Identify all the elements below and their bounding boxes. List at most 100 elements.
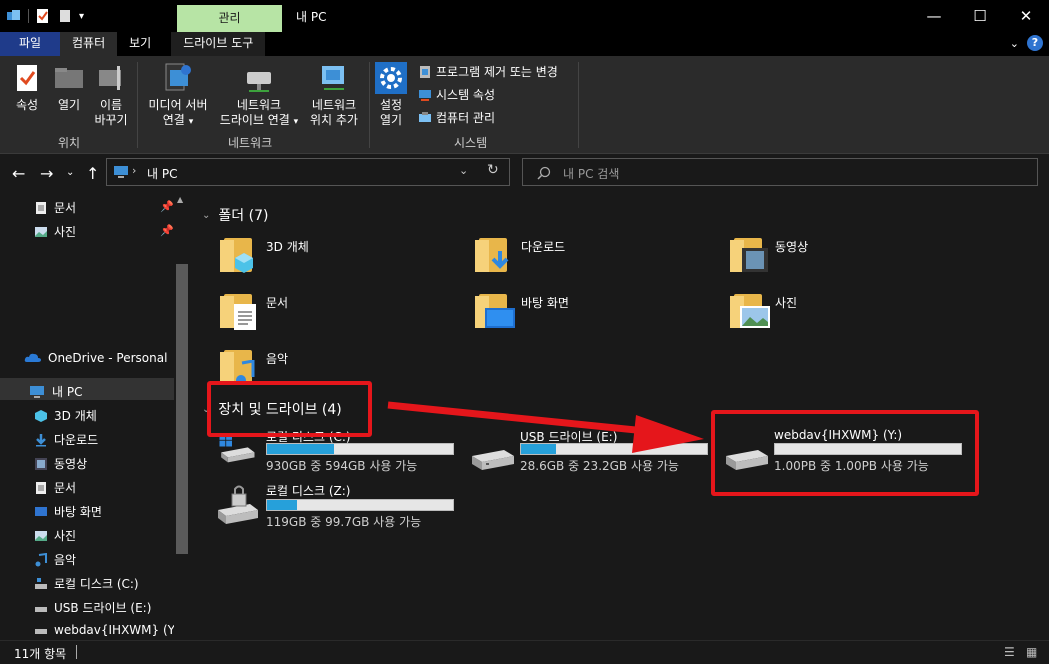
media-server-dropdown-icon: ▾ [188, 117, 194, 127]
locked-drive-icon[interactable] [214, 484, 260, 528]
pin-icon[interactable]: 📌 [160, 224, 174, 237]
nav-item-label: webdav{IHXWM} (Y:) [54, 623, 183, 637]
properties-qat-icon[interactable] [35, 8, 51, 24]
network-location-icon [322, 66, 344, 90]
nav-scrollbar-thumb[interactable] [176, 264, 188, 554]
nav-videos[interactable]: 동영상 [34, 455, 87, 472]
group-separator [137, 62, 138, 148]
map-network-drive-label-2: 드라이브 연결 [219, 113, 290, 127]
search-input[interactable]: 내 PC 검색 [522, 158, 1038, 186]
add-network-location-button[interactable]: 네트워크 위치 추가 [304, 62, 364, 128]
nav-documents[interactable]: 문서 [34, 479, 76, 496]
back-arrow-icon[interactable]: ← [12, 164, 25, 183]
pin-icon[interactable]: 📌 [160, 200, 174, 213]
folder-3d-objects-icon[interactable] [220, 236, 258, 274]
large-icons-view-icon[interactable]: ▦ [1026, 645, 1037, 659]
details-view-icon[interactable]: ☰ [1004, 645, 1015, 659]
tab-file[interactable]: 파일 [0, 32, 60, 56]
nav-item-label: USB 드라이브 (E:) [54, 601, 152, 615]
refresh-icon[interactable]: ↻ [487, 162, 499, 178]
address-dropdown-icon[interactable]: ⌄ [459, 164, 468, 177]
network-drive-icon [247, 72, 271, 92]
folder-label[interactable]: 문서 [266, 294, 288, 311]
windows-drive-icon [35, 577, 47, 589]
nav-pinned-documents[interactable]: 문서 [34, 199, 76, 216]
forward-arrow-icon[interactable]: → [40, 164, 53, 183]
nav-desktop[interactable]: 바탕 화면 [34, 503, 102, 520]
nav-music[interactable]: 음악 [34, 551, 76, 568]
nav-pinned-pictures[interactable]: 사진 [34, 223, 76, 240]
help-icon[interactable]: ? [1027, 35, 1043, 51]
folder-documents-icon[interactable] [220, 292, 258, 330]
ribbon-tabs: 파일 컴퓨터 보기 드라이브 도구 ⌄ ? [0, 32, 1049, 56]
status-separator [76, 645, 77, 659]
nav-pictures[interactable]: 사진 [34, 527, 76, 544]
tab-view[interactable]: 보기 [117, 32, 163, 56]
search-placeholder: 내 PC 검색 [563, 167, 620, 181]
folder-label[interactable]: 음악 [266, 350, 288, 367]
system-properties-button[interactable]: 시스템 속성 [418, 86, 495, 103]
computer-management-icon [419, 111, 431, 122]
title-bar: ▾ 관리 내 PC — ☐ ✕ [0, 0, 1049, 32]
manage-tab[interactable]: 관리 [177, 5, 282, 32]
folders-section-header[interactable]: ⌄ 폴더 (7) [202, 205, 268, 225]
nav-item-label: 동영상 [54, 457, 88, 471]
folder-pictures-icon[interactable] [730, 292, 770, 330]
media-server-label-2: 연결 [162, 113, 185, 127]
map-network-drive-button[interactable]: 네트워크 드라이브 연결 ▾ [214, 62, 304, 130]
nav-this-pc[interactable]: 내 PC [28, 383, 82, 400]
folder-label[interactable]: 동영상 [775, 238, 808, 255]
folder-label[interactable]: 사진 [775, 294, 797, 311]
close-button[interactable]: ✕ [1003, 0, 1049, 32]
group-label-network: 네트워크 [228, 136, 273, 150]
folder-label[interactable]: 3D 개체 [266, 238, 309, 255]
nav-item-label: 문서 [54, 201, 77, 215]
nav-item-label: OneDrive - Personal [48, 351, 168, 365]
nav-3d-objects[interactable]: 3D 개체 [34, 407, 97, 424]
group-label-location: 위치 [58, 136, 81, 150]
drive-free-space: 119GB 중 99.7GB 사용 가능 [266, 515, 422, 529]
collapse-chevron-icon: ⌄ [202, 209, 211, 221]
folder-videos-icon[interactable] [730, 236, 768, 274]
drive-icon [35, 606, 47, 612]
drive-usage-bar [266, 499, 454, 511]
tab-computer[interactable]: 컴퓨터 [60, 32, 118, 56]
address-path[interactable]: 내 PC [147, 165, 177, 182]
qat-dropdown-icon[interactable]: ▾ [79, 11, 84, 22]
folder-label[interactable]: 바탕 화면 [521, 294, 569, 311]
uninstall-program-button[interactable]: 프로그램 제거 또는 변경 [418, 63, 558, 80]
item-count: 11개 항목 [14, 647, 67, 661]
new-folder-qat-icon[interactable] [57, 8, 73, 24]
scroll-up-icon[interactable]: ▲ [177, 195, 183, 204]
tab-drive-tools[interactable]: 드라이브 도구 [171, 32, 266, 56]
computer-management-button[interactable]: 컴퓨터 관리 [418, 109, 495, 126]
nav-usb-drive-e[interactable]: USB 드라이브 (E:) [34, 599, 151, 616]
folder-label[interactable]: 다운로드 [521, 238, 565, 255]
up-arrow-icon[interactable]: ↑ [86, 164, 99, 183]
nav-item-label: 음악 [54, 553, 77, 567]
recent-locations-chevron-icon[interactable]: ⌄ [66, 167, 74, 178]
open-settings-button[interactable]: 설정 열기 [372, 62, 410, 128]
nav-webdav-y[interactable]: webdav{IHXWM} (Y:) [34, 623, 182, 637]
address-bar[interactable]: › 내 PC ⌄ ↻ [106, 158, 510, 186]
media-server-button[interactable]: 미디어 서버 연결 ▾ [142, 62, 214, 130]
ribbon-expand-icon[interactable]: ⌄ [1010, 37, 1019, 50]
nav-local-disk-c[interactable]: 로컬 디스크 (C:) [34, 575, 139, 592]
rename-button[interactable]: 이름 바꾸기 [90, 62, 132, 128]
maximize-button[interactable]: ☐ [957, 0, 1003, 32]
folder-desktop-icon[interactable] [475, 292, 515, 330]
nav-item-label: 로컬 디스크 (C:) [54, 577, 139, 591]
map-drive-dropdown-icon: ▾ [293, 117, 299, 127]
minimize-button[interactable]: — [911, 0, 957, 32]
properties-button[interactable]: 속성 [8, 62, 46, 113]
document-icon [36, 481, 46, 494]
windows-drive-icon[interactable] [214, 434, 260, 464]
breadcrumb-separator-icon: › [132, 164, 137, 177]
folder-downloads-icon[interactable] [475, 236, 513, 274]
nav-downloads[interactable]: 다운로드 [34, 431, 98, 448]
open-label: 열기 [57, 98, 81, 112]
open-button[interactable]: 열기 [52, 62, 86, 113]
pictures-icon [35, 226, 47, 237]
drive-name[interactable]: 로컬 디스크 (Z:) [266, 482, 350, 499]
nav-onedrive[interactable]: OneDrive - Personal [24, 351, 167, 365]
